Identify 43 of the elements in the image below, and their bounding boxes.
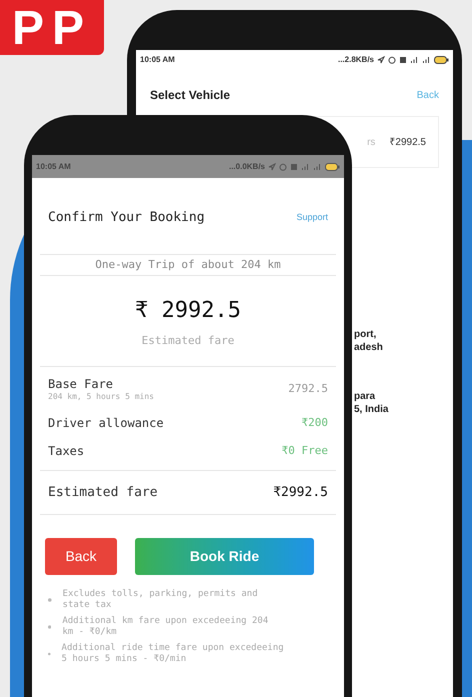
support-link[interactable]: Support (296, 211, 328, 224)
signal-icon (301, 162, 310, 170)
signal-icon (313, 162, 322, 170)
fare-value: 2792.5 (288, 381, 328, 398)
fare-value: ₹200 (302, 414, 328, 430)
signal-icon (410, 56, 419, 64)
bullet-icon (48, 652, 51, 656)
location-arrow-icon (377, 56, 385, 64)
note-text: Additional km fare upon excedeeing 204 km - ₹0/km (62, 616, 270, 638)
bullet-icon (48, 598, 52, 602)
total-fare: ₹ 2992.5 (135, 297, 241, 325)
fare-value: ₹0 Free (282, 443, 328, 459)
address-text: para (354, 390, 376, 403)
network-speed: ...0.0KB/s (228, 160, 265, 172)
network-speed: ...2.8KB/s (338, 54, 374, 66)
note-text: Excludes tolls, parking, permits and state tax (62, 589, 259, 611)
address-text: port, (354, 328, 378, 341)
fare-detail: 204 km, 5 hours 5 mins (48, 390, 154, 402)
estimate-label: Estimated fare (48, 484, 158, 502)
book-ride-button[interactable]: Book Ride (135, 538, 314, 575)
status-time: 10:05 AM (36, 160, 71, 172)
fare-label: Driver allowance (48, 416, 164, 430)
vehicle-price: ₹2992.5 (389, 136, 426, 150)
signal-icon (422, 56, 431, 64)
fare-label: Taxes (48, 444, 84, 458)
status-time: 10:05 AM (140, 54, 175, 66)
fare-label: Base Fare (48, 376, 114, 390)
screen-title: Confirm Your Booking (48, 209, 205, 227)
battery-icon (325, 162, 340, 170)
note-text: Additional ride time fare upon excedeeing 5 hours 5 mins - ₹0/min (62, 643, 284, 665)
screen-title: Select Vehicle (150, 87, 230, 104)
total-label: Estimated fare (142, 333, 234, 349)
vehicle-capacity: rs (367, 136, 376, 150)
address-text: 5, India (354, 403, 390, 416)
address-text: adesh (354, 341, 384, 354)
back-button[interactable]: Back (45, 538, 117, 575)
bullet-icon (48, 625, 52, 629)
back-link[interactable]: Back (416, 88, 439, 102)
battery-icon (434, 56, 449, 64)
location-arrow-icon (268, 162, 276, 170)
banner-text: PP (12, 5, 92, 53)
trip-summary: One-way Trip of about 204 km (95, 256, 281, 272)
estimate-value: ₹2992.5 (273, 484, 328, 502)
